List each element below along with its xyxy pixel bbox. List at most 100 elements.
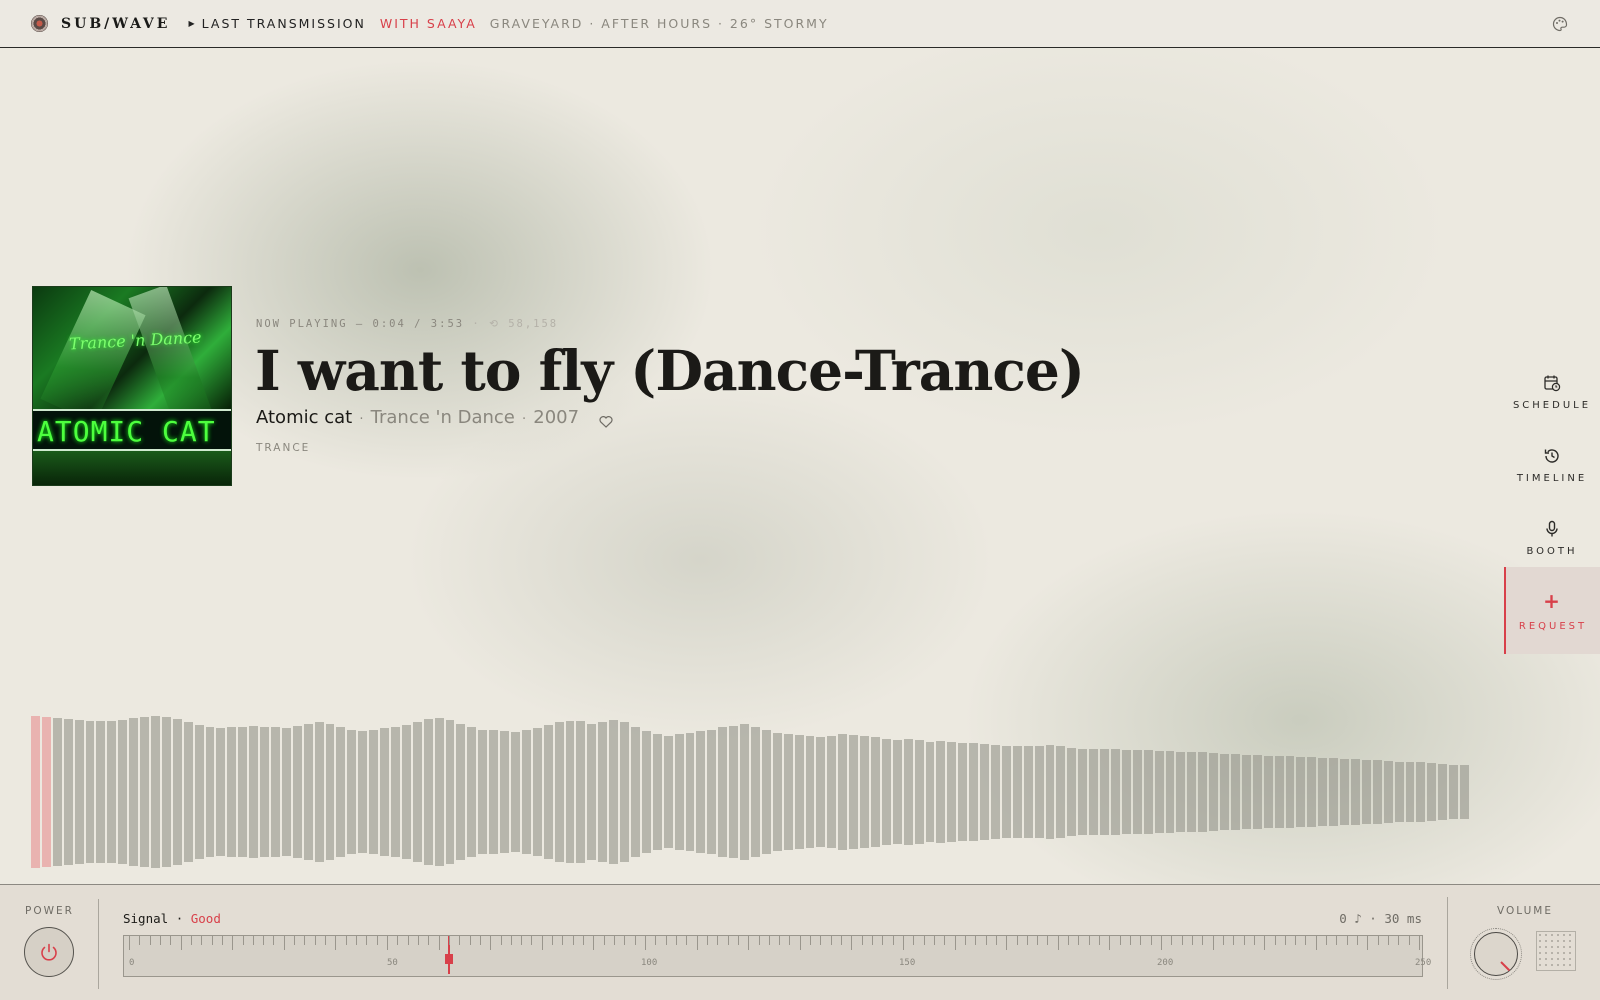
artist-name[interactable]: Atomic cat xyxy=(256,407,352,428)
waveform-bar xyxy=(85,720,95,864)
time-separator: / xyxy=(414,318,431,330)
waveform-bar xyxy=(674,734,684,850)
waveform-bar xyxy=(1154,750,1164,834)
dial-tick xyxy=(387,936,388,950)
waveform-bar xyxy=(838,734,848,850)
waveform-bar xyxy=(1405,761,1415,823)
dial-tick xyxy=(221,936,223,945)
waveform-bar xyxy=(205,727,215,857)
microphone-icon xyxy=(1546,520,1558,537)
nav-booth[interactable]: BOOTH xyxy=(1504,502,1600,575)
volume-knob[interactable] xyxy=(1470,928,1522,980)
waveform-bar xyxy=(1001,745,1011,839)
dial-tick xyxy=(933,936,935,945)
dial-tick xyxy=(1212,936,1214,950)
dial-tick xyxy=(706,936,708,945)
waveform-bar xyxy=(271,727,280,857)
waveform-bar xyxy=(118,719,128,865)
waveform-bar xyxy=(129,718,139,866)
power-button[interactable] xyxy=(24,927,74,977)
dial-tick xyxy=(479,936,481,945)
dial-tick xyxy=(861,936,863,945)
dial-tick xyxy=(603,936,605,945)
waveform-bar xyxy=(1263,755,1273,829)
dial-tick xyxy=(758,936,760,945)
dial-tick xyxy=(696,936,698,950)
dial-tick xyxy=(345,936,347,945)
waveform-bar xyxy=(1372,760,1382,824)
dial-tick xyxy=(717,936,719,945)
waveform-bar xyxy=(96,721,106,863)
waveform-bar xyxy=(412,722,422,862)
genre-tag[interactable]: TRANCE xyxy=(256,442,310,454)
tuner-handle[interactable] xyxy=(444,954,453,964)
dial-tick xyxy=(1161,936,1162,950)
dial-tick xyxy=(1367,936,1369,950)
palette-icon[interactable] xyxy=(1552,16,1568,32)
nav-schedule[interactable]: SCHEDULE xyxy=(1504,356,1600,429)
tuner-dial[interactable]: 0 50 100 150 200 250 xyxy=(123,935,1431,977)
play-count-value: 58,158 xyxy=(508,318,559,330)
album-name[interactable]: Trance 'n Dance xyxy=(371,407,515,428)
waveform-bar xyxy=(1274,755,1284,829)
waveform-bar xyxy=(980,744,989,840)
brand[interactable]: SUB/WAVE xyxy=(61,16,170,32)
divider xyxy=(98,899,99,989)
nav-timeline[interactable]: TIMELINE xyxy=(1504,429,1600,502)
waveform-bar xyxy=(925,741,935,843)
waveform-bar xyxy=(249,725,259,859)
waveform-bar xyxy=(151,716,160,868)
waveform-bar xyxy=(434,717,444,867)
dial-tick xyxy=(768,936,770,945)
dial-tick xyxy=(686,936,688,945)
waveform-bar xyxy=(609,719,619,865)
waveform-bar xyxy=(947,741,957,843)
waveform-bar xyxy=(336,726,346,858)
dial-tick xyxy=(975,936,977,945)
waveform-bar xyxy=(1198,752,1208,832)
request-button[interactable]: + REQUEST xyxy=(1504,567,1600,654)
waveform-bar xyxy=(1034,745,1044,839)
dial-tick xyxy=(572,936,574,945)
album-year: 2007 xyxy=(533,407,580,428)
now-playing-meta: NOW PLAYING — 0:04 / 3:53 · ⟲ 58,158 xyxy=(256,318,558,330)
album-art[interactable]: Trance 'n Dance ATOMIC CAT xyxy=(32,286,232,486)
waveform-bar xyxy=(1438,763,1448,821)
dial-tick xyxy=(964,936,966,945)
waveform-bar xyxy=(41,716,51,868)
waveform-bar xyxy=(805,735,815,849)
waveform-bar xyxy=(183,722,193,862)
host-name[interactable]: WITH SAAYA xyxy=(380,16,477,31)
dial-tick xyxy=(944,936,946,945)
dial-tick xyxy=(913,936,915,945)
heart-icon[interactable] xyxy=(599,412,613,428)
waveform-bar xyxy=(1241,754,1251,830)
waveform-bar xyxy=(696,731,706,853)
dial-tick xyxy=(273,936,275,945)
waveform-bar xyxy=(260,726,269,858)
art-shard xyxy=(40,289,146,425)
waveform-bar xyxy=(1285,756,1295,828)
waveform-bar xyxy=(314,722,324,862)
dial-tick xyxy=(841,936,843,945)
waveform-bar xyxy=(1307,757,1317,827)
waveform-bar xyxy=(718,727,728,857)
dial-tick xyxy=(283,936,285,950)
waveform-bar xyxy=(1252,754,1262,830)
request-label: REQUEST xyxy=(1518,621,1588,632)
waveform-bar xyxy=(903,738,913,846)
waveform-bar xyxy=(761,729,771,855)
dial-tick xyxy=(614,936,616,945)
dial-tick xyxy=(799,936,801,950)
waveform-bar xyxy=(1361,760,1371,824)
waveform-bar xyxy=(445,719,455,865)
waveform[interactable] xyxy=(31,716,1471,868)
dial-tick xyxy=(1233,936,1235,945)
power-label: POWER xyxy=(25,905,74,917)
dial-tick xyxy=(1202,936,1204,945)
dial-tick xyxy=(407,936,409,945)
dial-tick xyxy=(1398,936,1400,945)
latency-readout: 0 ♪ · 30 ms xyxy=(1339,911,1422,926)
dial-tick xyxy=(417,936,419,945)
waveform-bar xyxy=(292,725,302,859)
